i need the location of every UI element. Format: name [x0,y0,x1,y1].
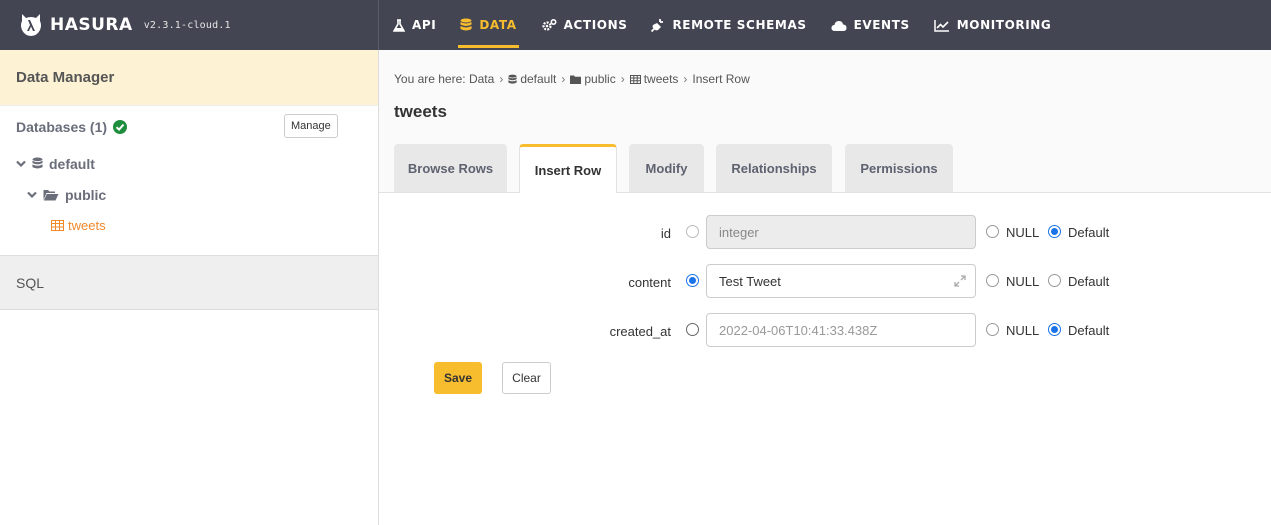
brand[interactable]: HASURA v2.3.1-cloud.1 [0,0,379,50]
tab-insert-row[interactable]: Insert Row [519,144,617,193]
nav-actions-label: ACTIONS [563,18,628,32]
breadcrumb-schema[interactable]: public [584,72,615,86]
id-default-radio[interactable] [1048,225,1061,238]
id-value-radio[interactable] [686,225,699,238]
content-null-radio[interactable] [986,274,999,287]
id-null-radio[interactable] [986,225,999,238]
tree-schema-label: public [65,186,107,203]
chevron-right-icon: › [620,72,625,86]
tree-table-label: tweets [68,218,106,233]
plug-icon [651,19,664,32]
sidebar-item-sql[interactable]: SQL [0,255,378,310]
tree-item-table[interactable]: tweets [0,210,378,241]
main-nav: API DATA ACTIONS REMOTE SCHEMAS EVENTS M… [379,0,1073,50]
folder-icon [570,75,582,84]
hasura-logo-icon [16,10,46,40]
insert-row-form: id integer NULL Default content Test Twe… [379,193,1271,525]
nav-data-label: DATA [479,18,517,32]
cloud-icon [831,20,847,31]
chevron-down-icon [16,160,26,167]
data-manager-title: Data Manager [16,69,115,86]
id-null-label: NULL [1006,225,1040,240]
breadcrumb-current: Insert Row [692,72,750,86]
created-at-default-radio[interactable] [1048,323,1061,336]
created-at-default-label: Default [1068,323,1110,338]
created-at-null-label: NULL [1006,323,1040,338]
table-icon [51,220,64,231]
nav-data[interactable]: DATA [458,0,519,50]
databases-row: Databases (1) Manage [0,106,378,148]
brand-name: HASURA [50,15,133,35]
created-at-null-radio[interactable] [986,323,999,336]
database-icon [32,157,43,169]
data-manager-header[interactable]: Data Manager [0,50,378,106]
nav-remote-schemas-label: REMOTE SCHEMAS [672,18,807,32]
tree-item-schema[interactable]: public [0,179,378,210]
databases-label: Databases (1) [16,119,108,135]
nav-monitoring[interactable]: MONITORING [932,0,1054,50]
expand-icon[interactable] [954,275,966,290]
nav-events[interactable]: EVENTS [829,0,912,50]
chevron-down-icon [27,191,37,198]
save-button[interactable]: Save [434,362,482,394]
content-value-radio[interactable] [686,274,699,287]
nav-api-label: API [412,18,437,32]
tab-modify[interactable]: Modify [629,144,704,192]
line-chart-icon [933,19,949,32]
breadcrumb-database[interactable]: default [520,72,556,86]
breadcrumb-prefix: You are here: [394,72,466,86]
version-label: v2.3.1-cloud.1 [143,19,231,31]
page-title: tweets [394,102,447,121]
nav-actions[interactable]: ACTIONS [539,0,630,50]
content-default-label: Default [1068,274,1110,289]
cogs-icon [542,18,557,31]
nav-monitoring-label: MONITORING [956,18,1052,32]
content-null-label: NULL [1006,274,1040,289]
manage-button[interactable]: Manage [284,114,338,138]
main-content: You are here: Data › default › public › … [379,50,1271,525]
folder-open-icon [43,189,59,200]
created-at-input[interactable]: 2022-04-06T10:41:33.438Z [706,313,976,347]
breadcrumb-data[interactable]: Data [469,72,494,86]
chevron-right-icon: › [499,72,504,86]
tab-relationships[interactable]: Relationships [716,144,832,192]
table-tabs: Browse Rows Insert Row Modify Relationsh… [379,144,1271,193]
check-circle-icon [113,120,128,134]
database-icon [508,74,517,84]
content-default-radio[interactable] [1048,274,1061,287]
clear-button[interactable]: Clear [502,362,551,394]
created-at-value-radio[interactable] [686,323,699,336]
nav-api[interactable]: API [391,0,438,50]
table-icon [629,74,641,84]
nav-remote-schemas[interactable]: REMOTE SCHEMAS [649,0,808,50]
sidebar: Data Manager Databases (1) Manage defaul… [0,50,379,525]
breadcrumb-table[interactable]: tweets [644,72,679,86]
field-label-content: content [628,275,671,290]
id-default-label: Default [1068,225,1110,240]
tab-permissions[interactable]: Permissions [845,144,953,192]
content-input[interactable]: Test Tweet [706,264,976,298]
tree-item-database[interactable]: default [0,148,378,179]
chevron-right-icon: › [683,72,688,86]
nav-events-label: EVENTS [853,18,910,32]
breadcrumb: You are here: Data › default › public › … [394,72,750,86]
tab-browse-rows[interactable]: Browse Rows [394,144,507,192]
top-navbar: HASURA v2.3.1-cloud.1 API DATA ACTIONS R… [0,0,1271,50]
sql-label: SQL [16,274,45,291]
tree-database-label: default [49,155,95,172]
field-label-created-at: created_at [609,324,671,339]
content-input-value: Test Tweet [719,273,781,289]
id-input[interactable]: integer [706,215,976,249]
database-icon [460,18,472,31]
flask-icon [393,18,405,32]
chevron-right-icon: › [561,72,566,86]
field-label-id: id [660,226,671,241]
